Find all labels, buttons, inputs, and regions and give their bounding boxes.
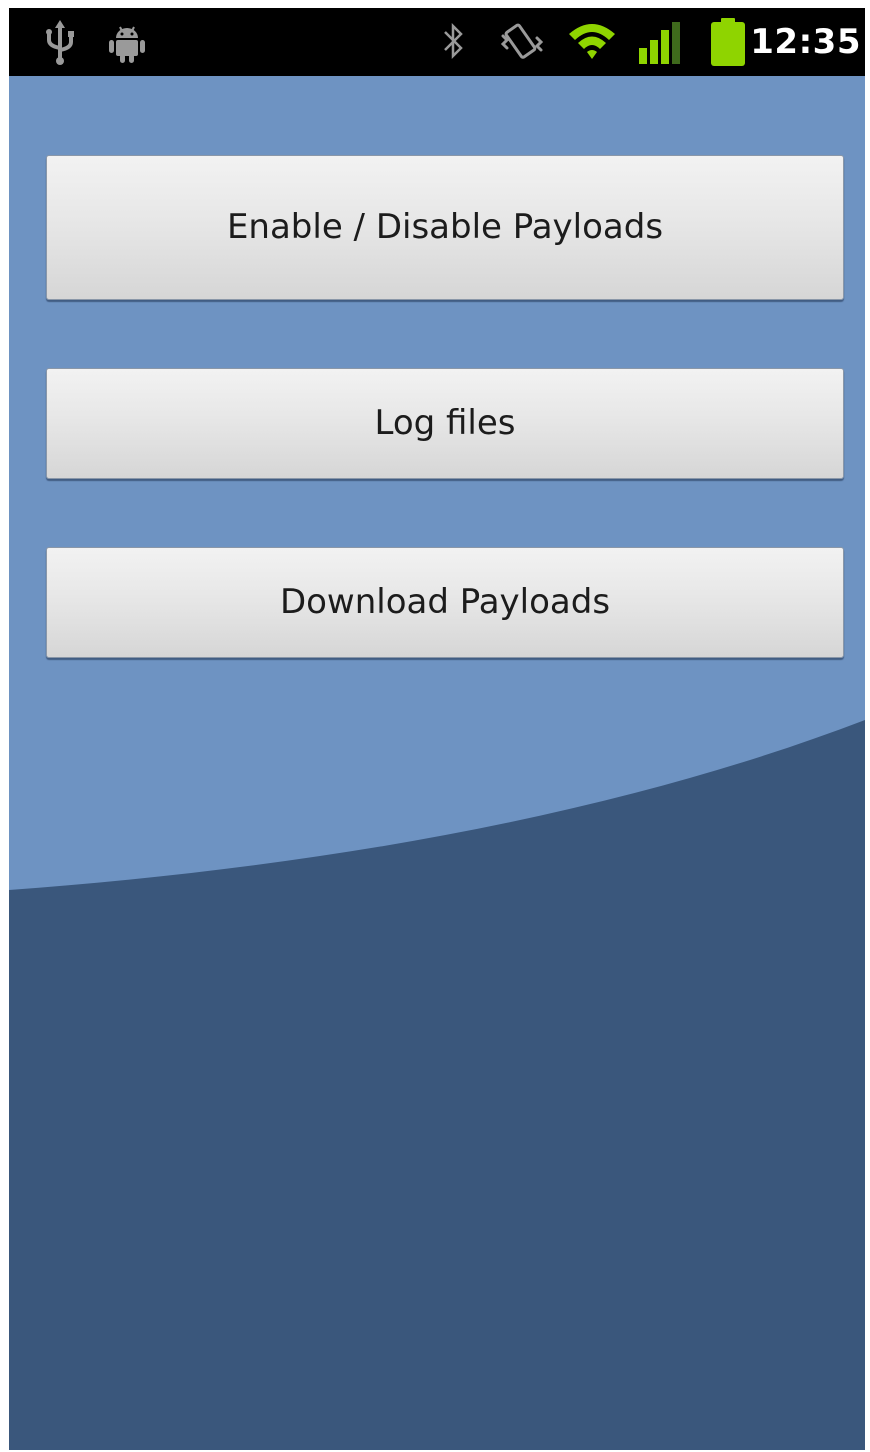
vibrate-icon (500, 23, 544, 59)
usb-icon (46, 20, 74, 65)
log-files-button[interactable]: Log files (46, 368, 844, 479)
signal-icon (639, 22, 680, 64)
download-payloads-button[interactable]: Download Payloads (46, 547, 844, 658)
android-debug-icon (109, 26, 145, 63)
enable-disable-payloads-button[interactable]: Enable / Disable Payloads (46, 155, 844, 300)
status-bar: 12:35 (9, 8, 865, 76)
status-time: 12:35 (750, 22, 861, 62)
bluetooth-icon (444, 22, 463, 60)
battery-icon (711, 18, 745, 66)
wifi-icon (569, 24, 615, 59)
app-screen: 12:35 Enable / Disable Payloads Log file… (9, 8, 865, 1450)
